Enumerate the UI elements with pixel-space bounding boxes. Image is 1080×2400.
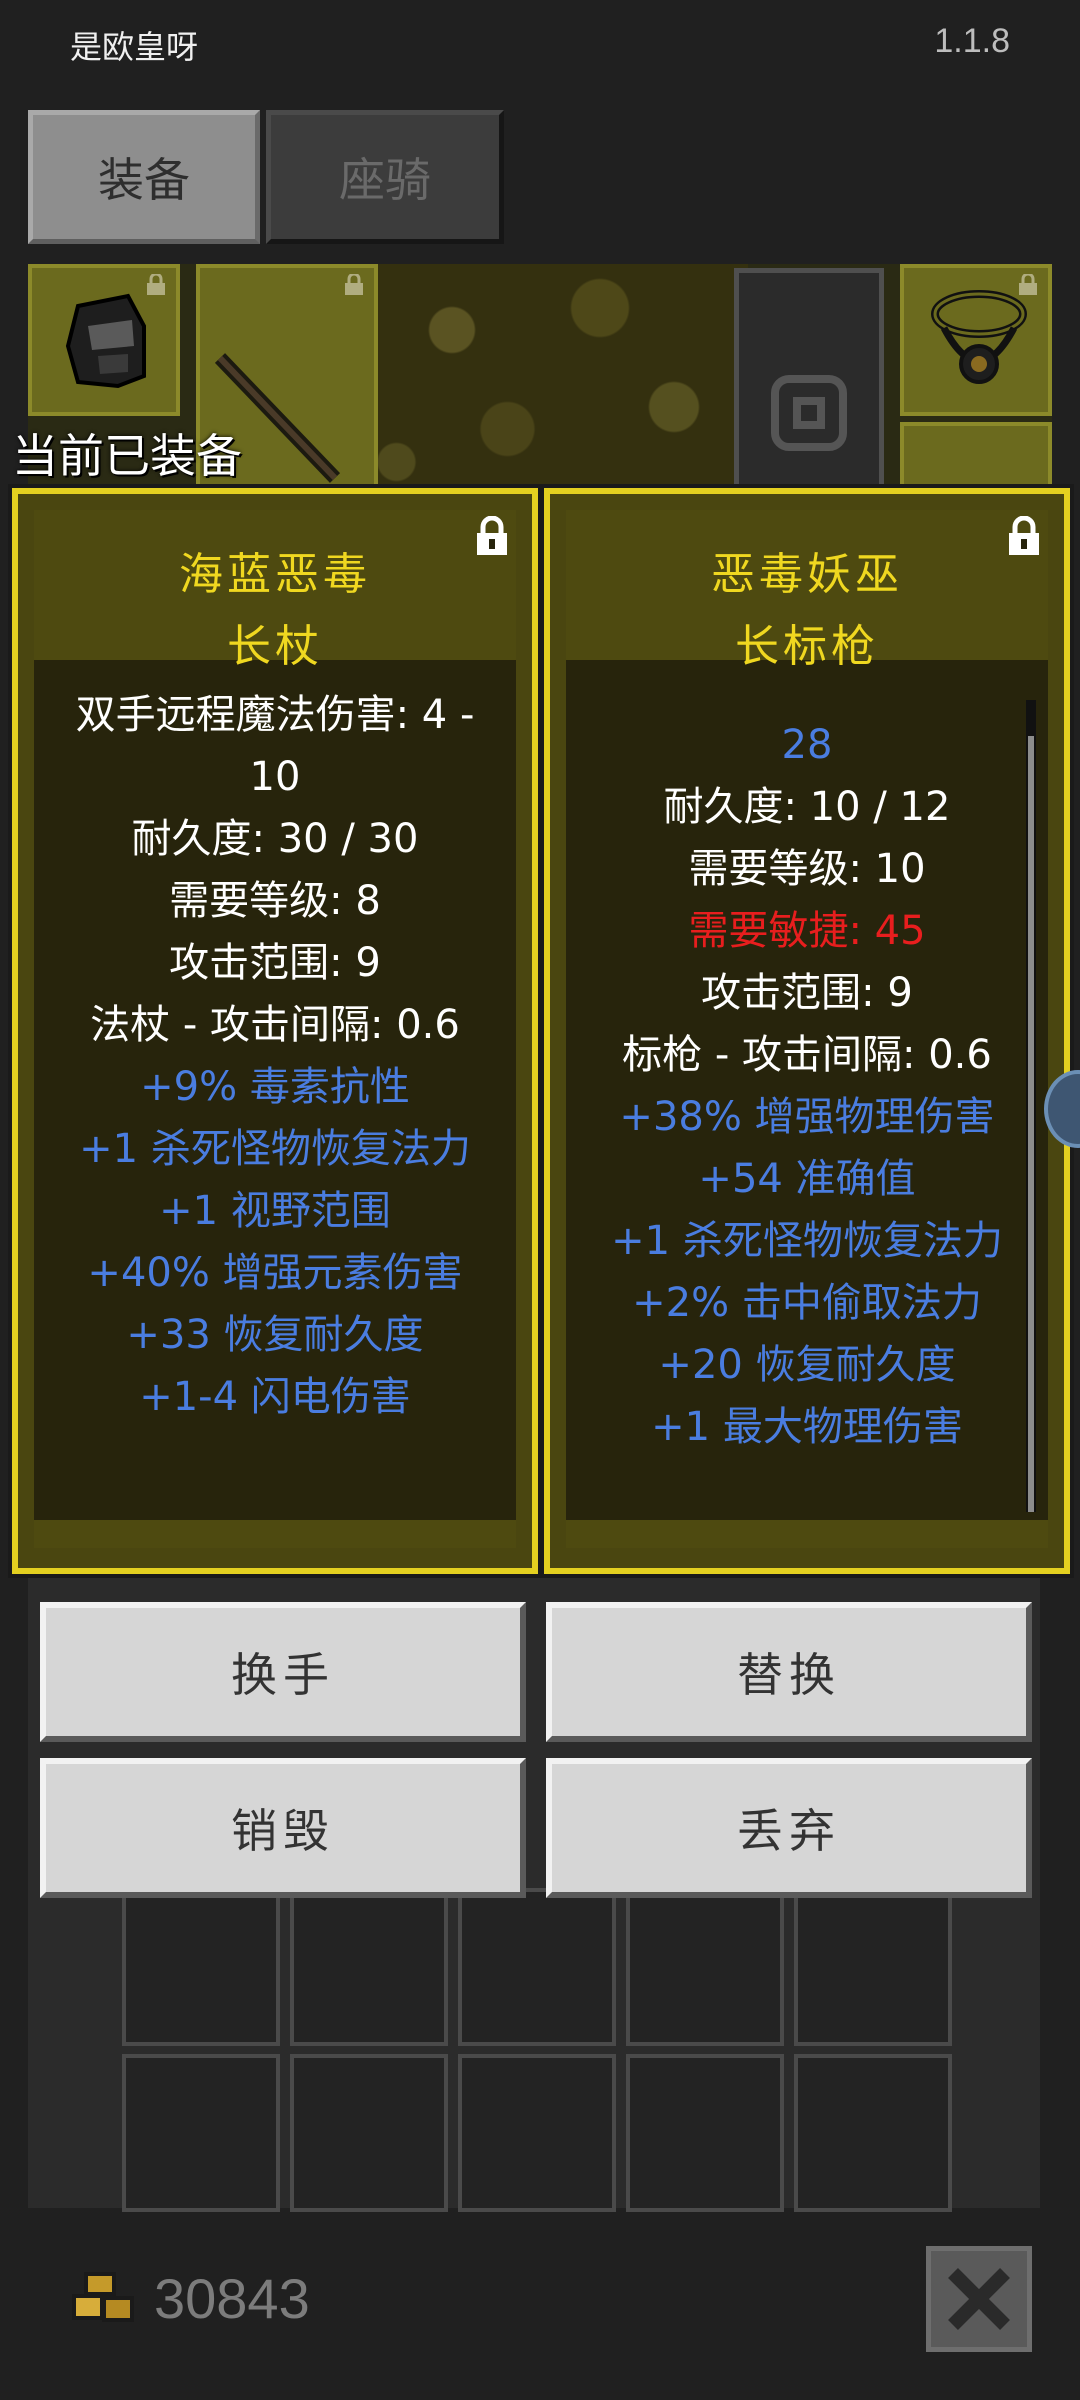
- affix-line: +1 最大物理伤害: [651, 1404, 963, 1450]
- amulet-icon: [931, 290, 1027, 384]
- inventory-slot[interactable]: [122, 2054, 280, 2212]
- stat-line: 攻击范围: 9: [169, 940, 381, 986]
- stat-line: 耐久度: 30 / 30: [131, 816, 419, 862]
- close-icon: [948, 2268, 1010, 2330]
- gold-coins-icon: [72, 2272, 134, 2322]
- affix-line: +54 准确值: [698, 1156, 916, 1202]
- stats-scrollbar[interactable]: [1026, 700, 1036, 1512]
- offhand-slot[interactable]: [734, 268, 884, 484]
- version-label: 1.1.8: [934, 22, 1010, 60]
- card-header: 海蓝恶毒 长杖: [34, 510, 516, 672]
- item-name: 恶毒妖巫: [711, 549, 903, 600]
- affix-line: +2% 击中偷取法力: [632, 1280, 982, 1326]
- stat-line: 需要等级: 10: [688, 846, 926, 892]
- inventory-slot[interactable]: [290, 2054, 448, 2212]
- destroy-button[interactable]: 销毁: [40, 1758, 526, 1898]
- item-card-staff: 海蓝恶毒 长杖 双手远程魔法伤害: 4 - 10 耐久度: 30 / 30 需要…: [12, 488, 538, 1574]
- tab-equipment[interactable]: 装备: [28, 110, 260, 244]
- stats-list: 28 耐久度: 10 / 12 需要等级: 10 需要敏捷: 45 攻击范围: …: [566, 714, 1048, 1458]
- requirement-unmet-line: 需要敏捷: 45: [688, 908, 926, 954]
- stat-line: 耐久度: 10 / 12: [663, 784, 951, 830]
- inventory-slot[interactable]: [794, 2054, 952, 2212]
- discard-button[interactable]: 丢弃: [546, 1758, 1032, 1898]
- affix-line: +1 视野范围: [159, 1188, 391, 1234]
- scrollbar-thumb[interactable]: [1028, 736, 1034, 1512]
- item-card-javelin: 恶毒妖巫 长标枪 28 耐久度: 10 / 12 需要等级: 10 需要敏捷: …: [544, 488, 1070, 1574]
- shield-placeholder-icon: [771, 375, 847, 451]
- inventory-slot[interactable]: [794, 1888, 952, 2046]
- stat-line: 10: [249, 754, 301, 800]
- stats-list: 双手远程魔法伤害: 4 - 10 耐久度: 30 / 30 需要等级: 8 攻击…: [34, 684, 516, 1428]
- equipped-label: 当前已装备: [12, 429, 242, 483]
- stat-line: 法杖 - 攻击间隔: 0.6: [90, 1002, 460, 1048]
- helmet-slot[interactable]: [28, 264, 180, 416]
- lock-icon: [345, 274, 363, 295]
- affix-line: +1 杀死怪物恢复法力: [611, 1218, 1003, 1264]
- affix-line: +20 恢复耐久度: [658, 1342, 956, 1388]
- inventory-slot[interactable]: [458, 1888, 616, 2046]
- item-name: 海蓝恶毒: [179, 549, 371, 600]
- lock-icon: [1019, 274, 1037, 295]
- card-footer: [566, 1520, 1048, 1548]
- swap-hand-button[interactable]: 换手: [40, 1602, 526, 1742]
- character-background: [378, 264, 748, 484]
- affix-line: +9% 毒素抗性: [140, 1064, 410, 1110]
- inventory-slot[interactable]: [458, 2054, 616, 2212]
- ring-slot[interactable]: [900, 422, 1052, 484]
- affix-line: 28: [781, 722, 833, 768]
- affix-line: +38% 增强物理伤害: [619, 1094, 995, 1140]
- close-button[interactable]: [926, 2246, 1032, 2352]
- lock-icon[interactable]: [474, 516, 510, 556]
- inventory-slot[interactable]: [290, 1888, 448, 2046]
- tab-mount[interactable]: 座骑: [266, 110, 504, 244]
- gold-amount: 30843: [154, 2267, 310, 2330]
- stat-line: 标枪 - 攻击间隔: 0.6: [622, 1032, 992, 1078]
- player-name: 是欧皇呀: [70, 28, 199, 66]
- item-type: 长杖: [227, 621, 323, 672]
- card-footer: [34, 1520, 516, 1548]
- lock-icon: [147, 274, 165, 295]
- amulet-slot[interactable]: [900, 264, 1052, 416]
- affix-line: +1 杀死怪物恢复法力: [79, 1126, 471, 1172]
- inventory-slot[interactable]: [626, 2054, 784, 2212]
- item-type: 长标枪: [735, 621, 879, 672]
- replace-button[interactable]: 替换: [546, 1602, 1032, 1742]
- stat-line: 双手远程魔法伤害: 4 -: [75, 692, 475, 738]
- affix-line: +40% 增强元素伤害: [87, 1250, 463, 1296]
- helmet-icon: [65, 293, 146, 389]
- card-header: 恶毒妖巫 长标枪: [566, 510, 1048, 672]
- stat-line: 攻击范围: 9: [701, 970, 913, 1016]
- affix-line: +33 恢复耐久度: [126, 1312, 424, 1358]
- affix-line: +1-4 闪电伤害: [139, 1374, 411, 1420]
- inventory-slot[interactable]: [122, 1888, 280, 2046]
- inventory-slot[interactable]: [626, 1888, 784, 2046]
- stat-line: 需要等级: 8: [169, 878, 381, 924]
- lock-icon[interactable]: [1006, 516, 1042, 556]
